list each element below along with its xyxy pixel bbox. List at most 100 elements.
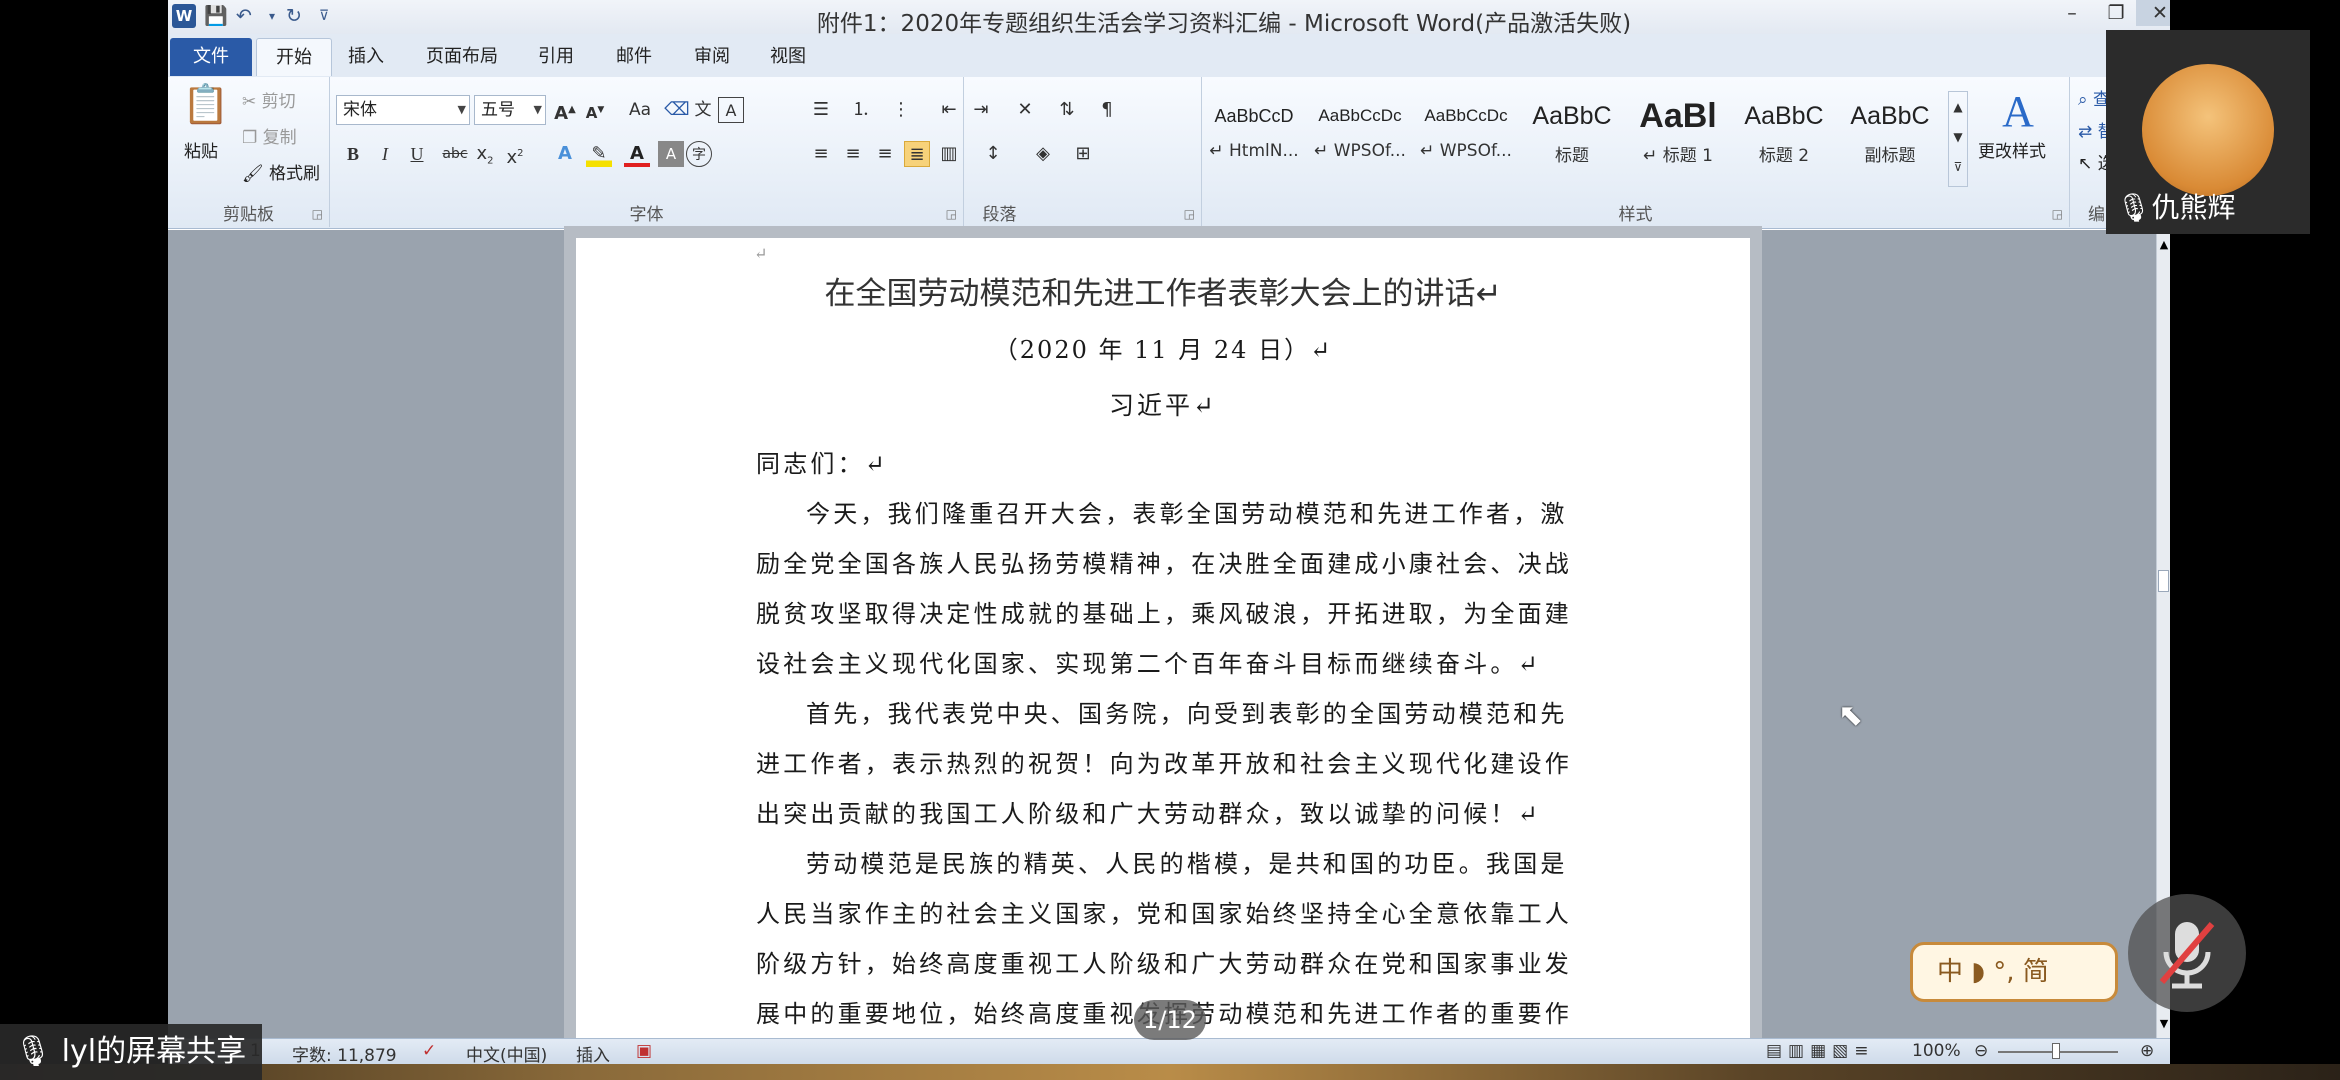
show-marks-icon[interactable]: ¶ [1094,97,1120,123]
insert-mode[interactable]: 插入 [576,1041,610,1064]
paste-button[interactable]: 粘贴 [184,137,218,162]
restore-button[interactable]: ❐ [2092,0,2140,26]
style-name: ↵ WPSOf... [1314,141,1406,161]
ribbon-tabs: 文件 开始 插入 页面布局 引用 邮件 审阅 视图 [168,34,2170,78]
font-name-value: 宋体 [343,100,377,120]
style-item[interactable]: AaBbCcD ↵ HtmlN... [1202,91,1306,187]
bold-icon[interactable]: B [340,141,366,167]
change-case-icon[interactable]: Aa [622,97,658,123]
tab-view[interactable]: 视图 [766,38,810,76]
save-icon[interactable]: 💾 [204,4,228,28]
word-count[interactable]: 字数: 11,879 [292,1041,397,1064]
font-color-icon[interactable]: A [624,141,650,167]
tab-home[interactable]: 开始 [256,38,332,76]
tab-page-layout[interactable]: 页面布局 [422,38,502,76]
copy-button[interactable]: ❐ 复制 [242,123,297,148]
style-name: 标题 [1555,146,1589,166]
scroll-down-icon[interactable]: ▼ [2157,1017,2170,1030]
strikethrough-icon[interactable]: abc [442,141,468,167]
speaker-name: 🎙仇熊辉 [2116,186,2236,226]
body-line: 进工作者，表示热烈的祝贺！向为改革开放和社会主义现代化建设作 [756,750,1572,778]
multilevel-list-icon[interactable]: ⋮ [888,97,914,123]
ime-status[interactable]: 中 ◗ °, 简 [1910,942,2118,1002]
bullets-icon[interactable]: ☰ [808,97,834,123]
change-styles-icon[interactable]: A [1986,87,2050,137]
zoom-level[interactable]: 100% [1912,1041,1961,1061]
style-name: 标题 2 [1758,146,1810,166]
minimize-button[interactable]: – [2048,0,2096,26]
styles-scroll-icon[interactable]: ▲ ▼ ⊽ [1948,91,1968,187]
superscript-icon[interactable]: x2 [502,141,528,168]
distributed-icon[interactable]: ▥ [936,141,962,167]
align-right-icon[interactable]: ≡ [872,141,898,167]
font-size-combo[interactable]: 五号 ▼ [474,95,546,125]
close-button[interactable]: ✕ [2136,0,2170,26]
style-item[interactable]: AaBbC 标题 2 [1732,91,1836,187]
align-center-icon[interactable]: ≡ [840,141,866,167]
font-name-combo[interactable]: 宋体 ▼ [336,95,470,125]
mute-button[interactable] [2128,894,2246,1012]
scroll-thumb[interactable] [2158,570,2169,592]
view-buttons-icon[interactable]: ▤▥▦▧≡ [1766,1041,1875,1061]
undo-dropdown-icon[interactable]: ▾ [260,4,284,28]
scroll-up-icon[interactable]: ▲ [2157,238,2170,251]
paste-icon[interactable]: 📋 [182,81,229,127]
borders-icon[interactable]: ⊞ [1070,141,1096,167]
clear-formatting-icon[interactable]: ⌫ [664,97,690,123]
style-item[interactable]: AaBl ↵ 标题 1 [1626,91,1730,187]
shading-icon[interactable]: ◈ [1030,141,1056,167]
grow-font-icon[interactable]: A▲ [552,97,578,124]
sort-icon[interactable]: ⇅ [1054,97,1080,123]
character-border-icon[interactable]: A [718,97,744,123]
style-item[interactable]: AaBbC 副标题 [1838,91,1942,187]
tab-file[interactable]: 文件 [170,38,252,76]
document-page[interactable]: ↵ 在全国劳动模范和先进工作者表彰大会上的讲话↵ （2020 年 11 月 24… [576,238,1750,1038]
undo-icon[interactable]: ↶ [232,4,256,28]
style-preview: AaBbCcDc [1424,106,1508,125]
body-line: 首先，我代表党中央、国务院，向受到表彰的全国劳动模范和先 [806,700,1568,728]
language-status[interactable]: 中文(中国) [466,1041,547,1064]
tab-insert[interactable]: 插入 [344,38,388,76]
zoom-out-icon[interactable]: ⊖ [1974,1041,1988,1061]
title-bar: W 💾 ↶ ▾ ↻ ⊽ 附件1：2020年专题组织生活会学习资料汇编 - Mic… [168,0,2170,37]
increase-indent-icon[interactable]: ⇥ [968,97,994,123]
text-effects-icon[interactable]: A [552,141,578,167]
italic-icon[interactable]: I [372,141,398,167]
underline-icon[interactable]: U [404,141,430,167]
format-painter-button[interactable]: 🖌 格式刷 [242,159,320,184]
style-item[interactable]: AaBbCcDc ↵ WPSOf... [1308,91,1412,187]
macro-icon[interactable]: ▣ [636,1041,652,1061]
style-item[interactable]: AaBbC 标题 [1520,91,1624,187]
paragraph-group: ☰ ⒈ ⋮ ⇤ ⇥ ✕ ⇅ ¶ ≡ ≡ ≡ ≣ ▥ ↕ ◈ ⊞ 段落 ◲ [798,77,1202,227]
proofing-icon[interactable]: ✓ [422,1041,436,1061]
phonetic-guide-icon[interactable]: 文 [690,97,716,123]
status-bar: 1 字数: 11,879 ✓ 中文(中国) 插入 ▣ ▤▥▦▧≡ 100% ⊖ … [168,1038,2170,1064]
redo-icon[interactable]: ↻ [282,4,306,28]
decrease-indent-icon[interactable]: ⇤ [936,97,962,123]
numbering-icon[interactable]: ⒈ [848,97,874,123]
asian-layout-icon[interactable]: ✕ [1012,97,1038,123]
subscript-icon[interactable]: x2 [472,141,498,167]
shrink-font-icon[interactable]: A▼ [582,97,608,123]
style-name: ↵ HtmlN... [1209,141,1299,161]
dialog-launcher-icon[interactable]: ◲ [2052,207,2063,221]
tab-review[interactable]: 审阅 [690,38,734,76]
zoom-slider-thumb[interactable] [2052,1043,2060,1059]
style-item[interactable]: AaBbCcDc ↵ WPSOf... [1414,91,1518,187]
tab-mailings[interactable]: 邮件 [612,38,656,76]
justify-icon[interactable]: ≣ [904,141,930,167]
change-styles-button[interactable]: 更改样式 [1978,137,2046,162]
zoom-in-icon[interactable]: ⊕ [2140,1041,2154,1061]
dialog-launcher-icon[interactable]: ◲ [312,207,323,221]
line-spacing-icon[interactable]: ↕ [980,141,1006,167]
enclose-characters-icon[interactable]: 字 [686,141,712,167]
highlight-color-icon[interactable]: ✎ [586,141,612,167]
character-shading-icon[interactable]: A [658,141,684,167]
cut-label: 剪切 [261,92,296,112]
cut-button[interactable]: ✂ 剪切 [242,87,296,112]
customize-qat-icon[interactable]: ⊽ [312,4,336,28]
word-logo-icon[interactable]: W [172,4,196,28]
dialog-launcher-icon[interactable]: ◲ [1184,207,1195,221]
tab-references[interactable]: 引用 [534,38,578,76]
align-left-icon[interactable]: ≡ [808,141,834,167]
